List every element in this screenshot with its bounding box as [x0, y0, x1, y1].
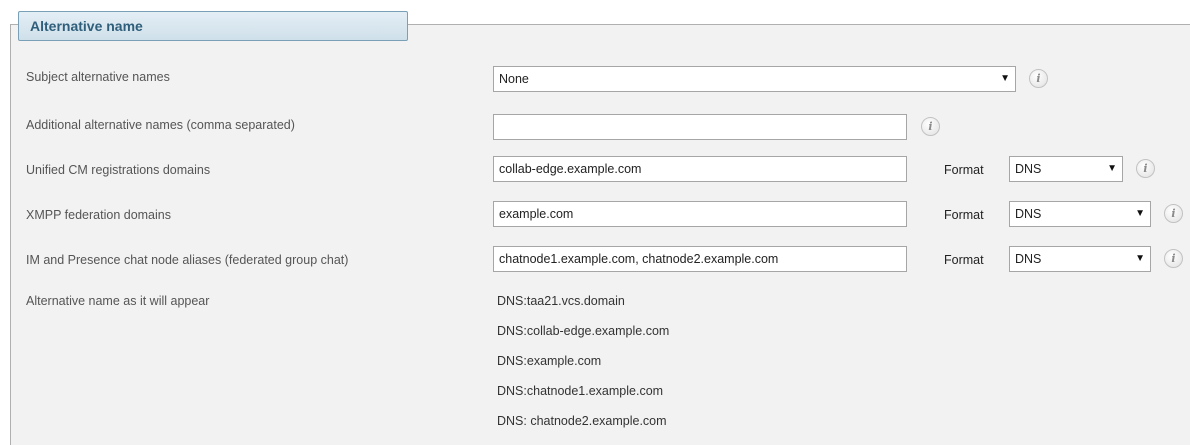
subject-alt-names-label: Subject alternative names	[26, 70, 170, 84]
xmpp-format-label: Format	[944, 208, 984, 222]
chevron-down-icon: ▼	[1107, 163, 1117, 174]
ucm-domains-input[interactable]: collab-edge.example.com	[493, 156, 907, 182]
additional-alt-names-label: Additional alternative names (comma sepa…	[26, 118, 295, 132]
info-icon[interactable]: i	[921, 117, 940, 136]
xmpp-domains-input[interactable]: example.com	[493, 201, 907, 227]
im-presence-format-select[interactable]: DNS ▼	[1009, 246, 1151, 272]
chevron-down-icon: ▼	[1000, 73, 1010, 84]
alt-name-preview-line: DNS:example.com	[497, 354, 602, 368]
im-presence-format-label: Format	[944, 253, 984, 267]
alt-name-preview-line: DNS:chatnode1.example.com	[497, 384, 664, 398]
ucm-format-select[interactable]: DNS ▼	[1009, 156, 1123, 182]
additional-alt-names-input[interactable]	[493, 114, 907, 140]
alt-name-preview-label: Alternative name as it will appear	[26, 294, 210, 308]
im-presence-format-value: DNS	[1015, 252, 1042, 266]
alt-name-preview-line: DNS: chatnode2.example.com	[497, 414, 667, 428]
alt-name-preview-line: DNS:taa21.vcs.domain	[497, 294, 625, 308]
im-presence-aliases-label: IM and Presence chat node aliases (feder…	[26, 253, 349, 267]
info-icon[interactable]: i	[1029, 69, 1048, 88]
ucm-format-label: Format	[944, 163, 984, 177]
im-presence-aliases-input[interactable]: chatnode1.example.com, chatnode2.example…	[493, 246, 907, 272]
xmpp-format-select[interactable]: DNS ▼	[1009, 201, 1151, 227]
ucm-domains-label: Unified CM registrations domains	[26, 163, 211, 177]
subject-alt-names-select[interactable]: None ▼	[493, 66, 1016, 92]
xmpp-format-value: DNS	[1015, 207, 1042, 221]
chevron-down-icon: ▼	[1135, 208, 1145, 219]
subject-alt-names-value: None	[499, 72, 529, 86]
alt-name-preview-line: DNS:collab-edge.example.com	[497, 324, 670, 338]
info-icon[interactable]: i	[1136, 159, 1155, 178]
chevron-down-icon: ▼	[1135, 253, 1145, 264]
info-icon[interactable]: i	[1164, 249, 1183, 268]
ucm-format-value: DNS	[1015, 162, 1042, 176]
section-title: Alternative name	[18, 11, 408, 41]
xmpp-domains-label: XMPP federation domains	[26, 208, 171, 222]
info-icon[interactable]: i	[1164, 204, 1183, 223]
